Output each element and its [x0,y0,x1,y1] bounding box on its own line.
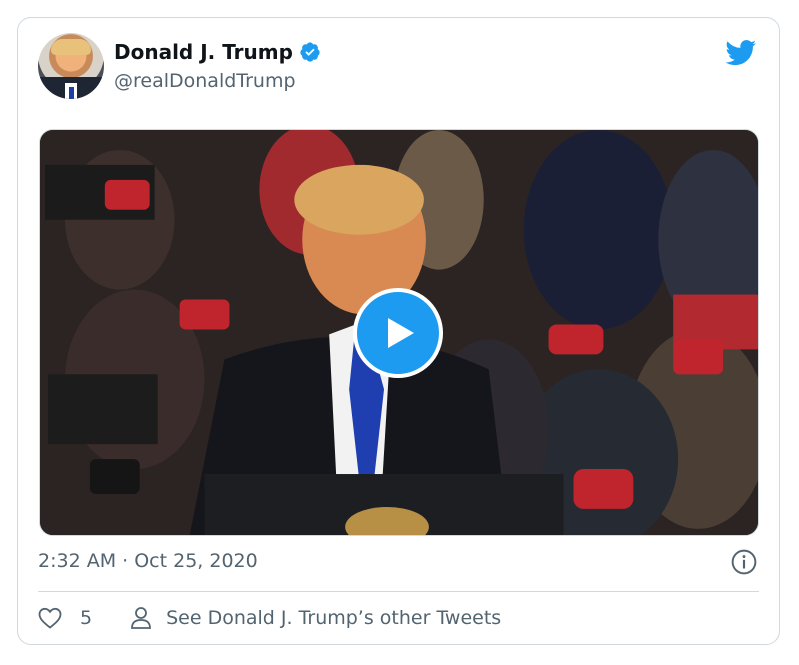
other-tweets-link[interactable]: See Donald J. Trump’s other Tweets [130,606,501,630]
video-thumbnail[interactable] [39,129,759,536]
play-button[interactable] [353,288,443,378]
info-icon[interactable] [731,549,757,575]
avatar-hair [51,39,91,55]
person-icon [131,607,151,629]
author-name-row[interactable]: Donald J. Trump [114,40,321,64]
like-button[interactable]: 5 [38,607,92,629]
verified-badge-icon [300,42,320,62]
like-count: 5 [80,607,93,629]
tweet-timestamp[interactable]: 2:32 AM · Oct 25, 2020 [38,550,258,572]
play-icon [388,318,414,348]
avatar-tie [69,87,74,99]
tweet-actions: 5 See Donald J. Trump’s other Tweets [38,606,501,630]
author-handle[interactable]: @realDonaldTrump [114,70,296,92]
author-avatar[interactable] [38,33,104,99]
tweet-embed-card: Donald J. Trump @realDonaldTrump 2:32 AM… [17,17,780,645]
divider [38,591,759,592]
twitter-bird-icon[interactable] [725,40,757,66]
author-name[interactable]: Donald J. Trump [114,40,293,64]
other-tweets-label: See Donald J. Trump’s other Tweets [166,607,502,629]
heart-icon [38,607,62,629]
